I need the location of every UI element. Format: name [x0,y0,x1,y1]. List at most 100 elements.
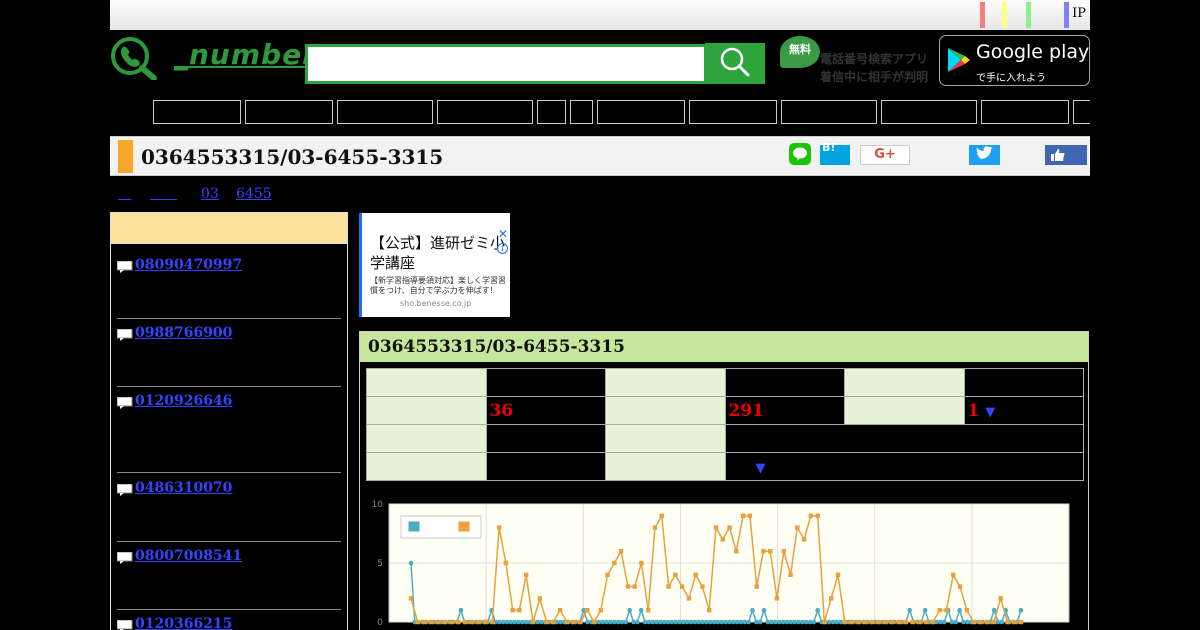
sidebar-number-link[interactable]: 0120926646 [135,393,232,409]
chart-point [625,584,631,589]
stat-value-1: 36 [485,396,606,425]
chart-point [746,619,751,625]
sidebar-number-link[interactable]: 0486310070 [135,480,232,496]
chart-point [984,619,990,625]
nav-item-4[interactable] [437,100,533,124]
facebook-like-button[interactable] [1045,145,1087,165]
chart-point [458,607,464,613]
nav-item-10[interactable] [881,100,977,124]
chart-point [627,607,632,613]
chart-point [435,619,441,625]
ad-close-icon[interactable]: ✕ [498,227,508,241]
breadcrumb-home-link[interactable] [118,186,131,202]
chart-point [646,608,651,613]
y-tick-label: 10 [372,500,384,510]
sidebar-number-link[interactable]: 08090470997 [135,257,242,273]
chart-point [953,619,959,625]
chart-point [638,607,644,613]
twitter-share-button[interactable] [969,145,1000,165]
chart-point [598,608,603,613]
ad-description: 【新学習指導要領対応】楽しく学習習慣をつけ、自分で学ぶ力を伸ばす！ [370,276,506,295]
color-bar [1026,2,1031,28]
nav-item-6[interactable] [570,100,593,124]
expand-arrow-icon[interactable]: ▼ [985,405,995,420]
chart-point [761,549,766,554]
comment-icon [117,484,133,496]
chart-point [971,619,976,625]
table-cell [366,424,487,453]
recent-numbers-sidebar: 08090470997 0988766900 0120926646 048631… [110,212,348,630]
nav-item-7[interactable] [597,100,685,124]
list-item: 0120926646 [117,393,341,473]
chart-point [585,608,590,613]
nav-item-11[interactable] [981,100,1069,124]
table-cell [485,452,606,481]
nav-item-9[interactable] [781,100,877,124]
table-cell [605,368,726,397]
comment-icon [117,261,133,273]
breadcrumb-area-code-link[interactable]: 03 [201,186,219,202]
nav-item-8[interactable] [689,100,777,124]
chart-point [693,572,698,577]
chart-point [713,525,719,530]
sidebar-number-link[interactable]: 08007008541 [135,548,242,564]
sidebar-number-link[interactable]: 0120366215 [135,616,232,630]
chart-point [869,619,875,625]
breadcrumb-category-link[interactable] [150,186,177,202]
chart-point [930,619,936,625]
chart-point [903,619,908,625]
line-share-button[interactable] [789,143,811,165]
main-nav [110,100,1090,126]
chart-point [700,584,705,589]
chart-point [476,619,481,625]
color-bar [1002,2,1007,28]
google-play-subtext: で手に入れよう [976,73,1046,84]
chart-point [815,607,820,613]
sidebar-number-link[interactable]: 0988766900 [135,325,232,341]
breadcrumb-prefix-link[interactable]: 6455 [236,186,272,202]
comment-icon [117,329,133,341]
nav-item-12[interactable] [1073,100,1090,124]
ad-info-icon[interactable]: i [497,243,508,254]
nav-item-3[interactable] [337,100,433,124]
chart-point [727,525,732,530]
comment-icon [117,397,133,409]
nav-item-1[interactable] [153,100,241,124]
chart-point [883,619,888,625]
google-plus-share-button[interactable]: G+ [860,145,910,165]
chart-point [517,608,522,613]
nav-item-5[interactable] [537,100,566,124]
search-button[interactable] [705,43,765,84]
chart-point [907,607,913,613]
expand-arrow-icon[interactable]: ▼ [756,461,766,476]
chart-point [754,584,759,589]
site-logo[interactable]: _number [174,38,317,71]
thumbs-up-icon [1051,149,1065,161]
search-input[interactable] [305,44,707,84]
chart-point [557,608,563,613]
chart-point [740,513,746,518]
chart-point [612,560,617,566]
chart-point [635,619,640,625]
phone-magnifier-logo-icon[interactable] [110,36,158,80]
ad-banner[interactable]: 【公式】進研ゼミ小学講座 【新学習指導要領対応】楽しく学習習慣をつけ、自分で学ぶ… [359,213,510,317]
ad-title[interactable]: 【公式】進研ゼミ小学講座 [370,233,506,275]
title-bar: 0364553315/03-6455-3315 B! G+ [110,136,1090,176]
app-promo[interactable]: 無料 電話番号検索アプリ 着信中に相手が判明 [780,36,938,86]
hatena-bookmark-button[interactable]: B! [820,142,850,165]
page: IP _number 無料 電話番号検索アプリ 着信中に相手が判明 Google… [0,0,1200,630]
chart-point [449,619,454,625]
chart-point [456,619,461,625]
chart-point [1018,607,1024,613]
table-cell [844,396,965,425]
chart-point [781,549,786,554]
chart-point [469,619,475,625]
nav-item-2[interactable] [245,100,333,124]
chart-point [774,596,780,601]
google-play-badge[interactable]: Google play で手に入れよう [939,35,1090,86]
chart-point [922,607,928,613]
chart-point [537,596,542,601]
chart-point [944,608,949,613]
y-tick-label: 0 [377,618,383,628]
panel-header: 0364553315/03-6455-3315 [360,332,1088,362]
